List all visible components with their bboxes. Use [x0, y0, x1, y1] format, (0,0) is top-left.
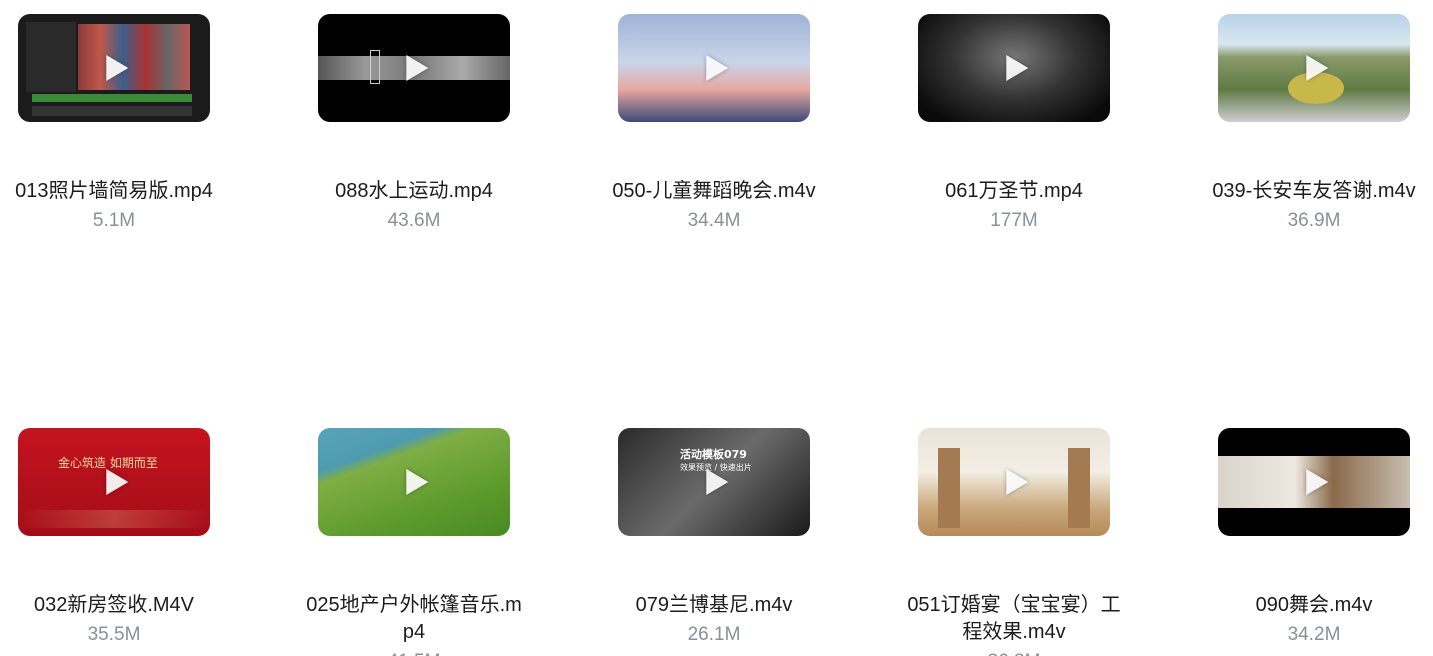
file-size: 5.1M — [92, 210, 136, 231]
play-icon — [106, 469, 129, 495]
file-item[interactable]: 088水上运动.mp4 43.6M — [299, 14, 529, 234]
video-thumbnail[interactable] — [1218, 428, 1410, 536]
video-thumbnail[interactable] — [1218, 14, 1410, 122]
file-size: 41.5M — [299, 648, 529, 656]
file-size: 35.5M — [87, 624, 141, 645]
file-name[interactable]: 088水上运动.mp4 — [299, 178, 529, 205]
file-name[interactable]: 032新房签收.M4V — [0, 592, 229, 619]
play-icon — [106, 55, 129, 81]
file-item[interactable]: 039-长安车友答谢.m4v 36.9M — [1199, 14, 1429, 234]
video-thumbnail[interactable] — [918, 428, 1110, 536]
file-item[interactable]: 025地产户外帐篷音乐.mp4 41.5M — [299, 428, 529, 656]
file-name[interactable]: 061万圣节.mp4 — [899, 178, 1129, 205]
file-name[interactable]: 050-儿童舞蹈晚会.m4v — [599, 178, 829, 205]
file-size: 34.4M — [687, 210, 741, 231]
video-thumbnail[interactable] — [918, 14, 1110, 122]
play-icon — [406, 469, 429, 495]
play-icon — [706, 469, 729, 495]
file-size: 36.9M — [1287, 210, 1341, 231]
video-thumbnail[interactable] — [318, 428, 510, 536]
file-item[interactable]: 活动模板079 效果预览 / 快速出片 079兰博基尼.m4v 26.1M — [599, 428, 829, 648]
play-icon — [1306, 469, 1329, 495]
file-name[interactable]: 051订婚宴（宝宝宴）工程效果.m4v — [899, 592, 1129, 646]
file-name[interactable]: 039-长安车友答谢.m4v — [1199, 178, 1429, 205]
file-size: 36.3M — [899, 648, 1129, 656]
file-grid: 013照片墙简易版.mp4 5.1M 088水上运动.mp4 43.6M 050… — [0, 0, 1433, 656]
file-name[interactable]: 090舞会.m4v — [1199, 592, 1429, 619]
play-icon — [1006, 469, 1029, 495]
file-item[interactable]: 090舞会.m4v 34.2M — [1199, 428, 1429, 648]
video-thumbnail[interactable] — [18, 14, 210, 122]
video-thumbnail[interactable] — [318, 14, 510, 122]
play-icon — [706, 55, 729, 81]
file-item[interactable]: 051订婚宴（宝宝宴）工程效果.m4v 36.3M — [899, 428, 1129, 656]
file-name[interactable]: 079兰博基尼.m4v — [599, 592, 829, 619]
play-icon — [406, 55, 429, 81]
thumbnail-title: 活动模板079 — [680, 448, 747, 461]
file-item[interactable]: 金心筑造 如期而至 032新房签收.M4V 35.5M — [0, 428, 229, 648]
file-name[interactable]: 025地产户外帐篷音乐.mp4 — [299, 592, 529, 646]
play-icon — [1006, 55, 1029, 81]
file-item[interactable]: 061万圣节.mp4 177M — [899, 14, 1129, 234]
video-thumbnail[interactable]: 活动模板079 效果预览 / 快速出片 — [618, 428, 810, 536]
file-size: 177M — [990, 210, 1038, 231]
play-icon — [1306, 55, 1329, 81]
video-thumbnail[interactable] — [618, 14, 810, 122]
file-size: 26.1M — [687, 624, 741, 645]
video-thumbnail[interactable]: 金心筑造 如期而至 — [18, 428, 210, 536]
file-size: 43.6M — [387, 210, 441, 231]
file-item[interactable]: 050-儿童舞蹈晚会.m4v 34.4M — [599, 14, 829, 234]
file-size: 34.2M — [1287, 624, 1341, 645]
file-name[interactable]: 013照片墙简易版.mp4 — [0, 178, 229, 205]
file-item[interactable]: 013照片墙简易版.mp4 5.1M — [0, 14, 229, 234]
